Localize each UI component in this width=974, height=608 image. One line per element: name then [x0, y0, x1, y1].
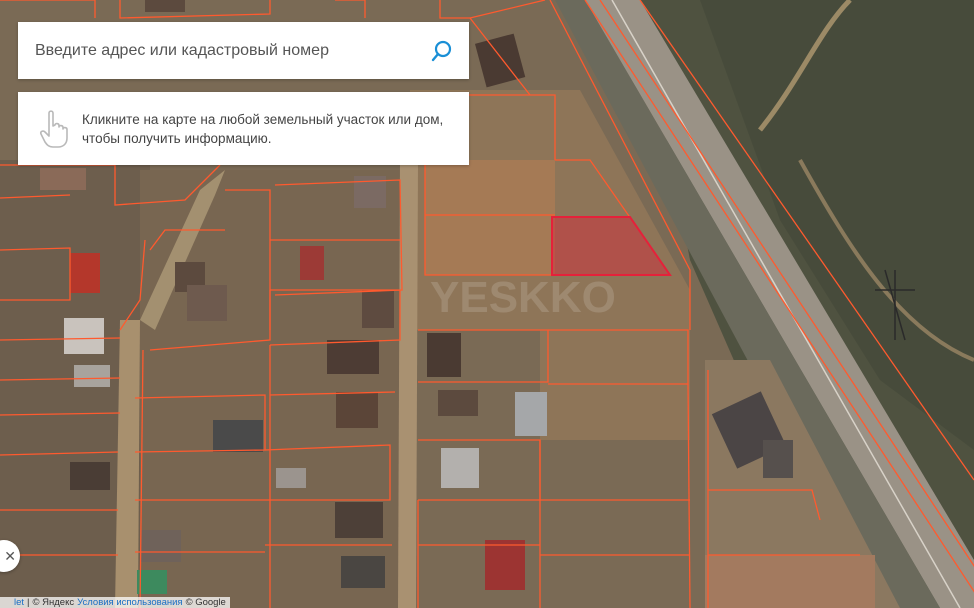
search-icon[interactable]	[429, 38, 455, 64]
search-input[interactable]	[35, 35, 429, 66]
hand-pointer-icon	[38, 109, 72, 149]
search-box	[18, 22, 469, 79]
map-attribution: let | © Яндекс Условия использования © G…	[0, 597, 230, 608]
field-light	[425, 160, 555, 275]
attribution-separator: |	[27, 597, 30, 608]
yandex-copyright: © Яндекс	[32, 597, 75, 608]
google-copyright: © Google	[185, 597, 226, 608]
lower-right-lot-2	[705, 555, 875, 608]
leaflet-link[interactable]: let	[14, 597, 24, 608]
close-icon: ✕	[4, 547, 16, 564]
terms-of-use-link[interactable]: Условия использования	[77, 597, 182, 608]
info-hint-box: Кликните на карте на любой земельный уча…	[18, 92, 469, 165]
hint-text: Кликните на карте на любой земельный уча…	[82, 111, 444, 146]
map-watermark: YESKKO	[430, 273, 616, 322]
